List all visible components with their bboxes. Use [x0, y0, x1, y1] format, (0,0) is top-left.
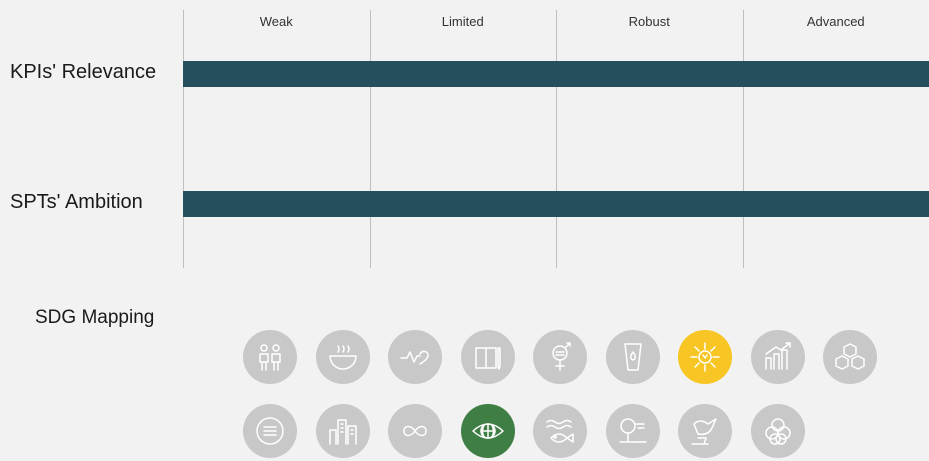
scale-header-robust: Robust — [628, 14, 670, 29]
heartbeat-icon — [388, 330, 442, 384]
row-label: SPTs' Ambition — [10, 191, 143, 213]
cubes-icon — [823, 330, 877, 384]
grid-line — [369, 10, 371, 268]
infinity-loop-icon — [388, 404, 442, 458]
tree-land-icon — [605, 404, 660, 458]
sdg-mapping-title: SDG Mapping — [35, 307, 155, 328]
gender-equality-icon — [533, 330, 587, 384]
city-buildings-icon — [315, 404, 370, 458]
people-icon — [243, 330, 297, 384]
grid-line — [742, 10, 744, 268]
scale-header-limited: Limited — [441, 14, 484, 29]
eye-globe-icon — [460, 404, 515, 458]
grid-line — [556, 10, 557, 268]
assessment-bar — [183, 61, 929, 87]
scale-header-weak: Weak — [259, 14, 293, 29]
fish-icon — [533, 404, 587, 458]
dove-gavel-icon — [678, 404, 732, 458]
equality-icon — [243, 404, 297, 458]
assessment-bar — [183, 191, 929, 217]
grid-line — [183, 10, 184, 268]
food-bowl-icon — [315, 330, 370, 384]
row-label: KPIs' Relevance — [10, 61, 157, 83]
growth-chart-icon — [750, 330, 805, 384]
sun-energy-icon — [678, 330, 732, 384]
scale-header-advanced: Advanced — [806, 14, 865, 29]
water-drop-icon — [605, 330, 660, 384]
flower-rings-icon — [750, 404, 805, 458]
book-icon — [460, 330, 515, 384]
